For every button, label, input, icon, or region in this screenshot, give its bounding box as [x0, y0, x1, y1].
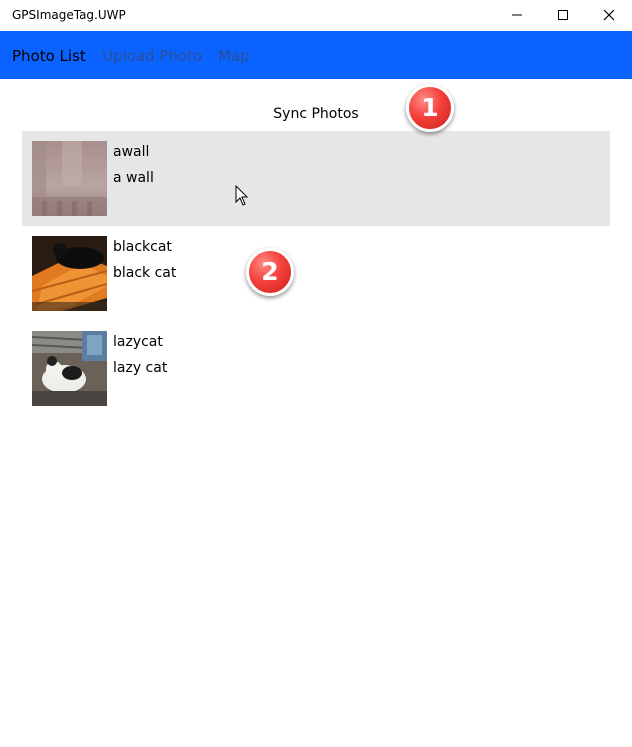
- title-bar: GPSImageTag.UWP: [0, 0, 632, 31]
- minimize-icon: [512, 14, 522, 16]
- photo-thumbnail: [32, 141, 107, 216]
- photo-description: lazy cat: [113, 360, 168, 376]
- maximize-icon: [558, 10, 568, 20]
- app-title: GPSImageTag.UWP: [12, 8, 126, 22]
- photo-thumbnail: [32, 331, 107, 406]
- photo-name: blackcat: [113, 239, 172, 255]
- callout-badge: 1: [406, 84, 454, 132]
- close-icon: [603, 9, 615, 21]
- callout-badge: 2: [246, 248, 294, 296]
- mouse-cursor-icon: [235, 185, 249, 206]
- close-button[interactable]: [586, 0, 632, 31]
- list-item[interactable]: blackcat black cat: [22, 226, 610, 321]
- sync-photos-button[interactable]: Sync Photos: [266, 106, 366, 126]
- nav-bar: Photo List Upload Photo Map: [0, 31, 632, 79]
- list-item[interactable]: lazycat lazy cat: [22, 321, 610, 416]
- photo-name: awall: [113, 144, 150, 160]
- photo-description: a wall: [113, 170, 154, 186]
- minimize-button[interactable]: [494, 0, 540, 31]
- photo-description: black cat: [113, 265, 177, 281]
- photo-name: lazycat: [113, 334, 163, 350]
- tab-photo-list[interactable]: Photo List: [12, 47, 86, 65]
- maximize-button[interactable]: [540, 0, 586, 31]
- photo-thumbnail: [32, 236, 107, 311]
- tab-map[interactable]: Map: [218, 47, 250, 65]
- list-item[interactable]: awall a wall: [22, 131, 610, 226]
- tab-upload-photo[interactable]: Upload Photo: [102, 47, 202, 65]
